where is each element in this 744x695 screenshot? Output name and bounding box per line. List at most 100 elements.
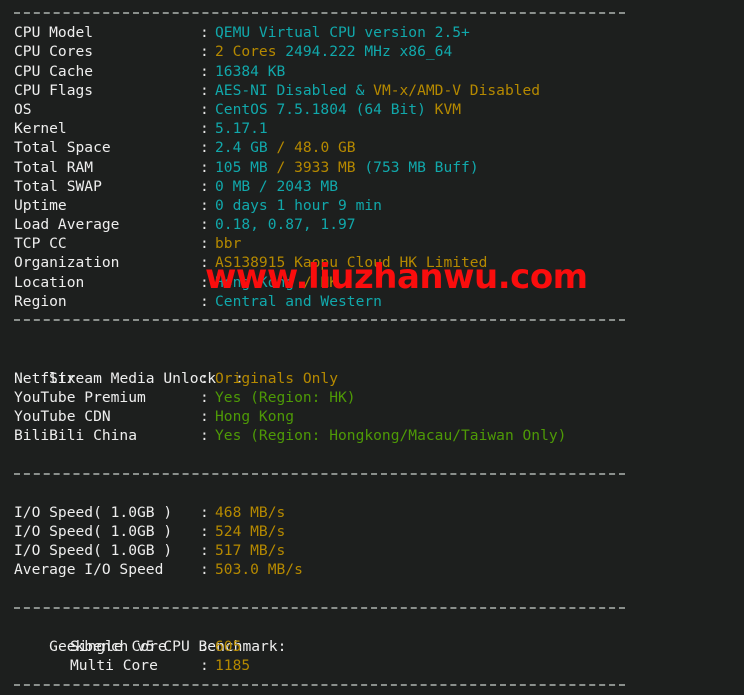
info-row-label: I/O Speed( 1.0GB ) <box>14 523 173 541</box>
io-speed-section: I/O Speed( 1.0GB ):468 MB/s I/O Speed( 1.… <box>0 503 744 580</box>
separator-rule-after-io-speed <box>0 599 744 618</box>
colon-glyph: : <box>200 407 209 425</box>
info-row: Single Core:605 <box>0 637 744 656</box>
colon-glyph: : <box>200 542 209 560</box>
colon-glyph: : <box>200 196 209 214</box>
info-row-label: Location <box>14 273 85 291</box>
colon-glyph: : <box>200 100 209 118</box>
info-row-label: Single Core <box>70 638 167 656</box>
colon-glyph: : <box>200 523 209 541</box>
info-row: Total RAM:105 MB / 3933 MB (753 MB Buff) <box>0 158 744 177</box>
colon-glyph: : <box>200 657 209 675</box>
info-row: Average I/O Speed:503.0 MB/s <box>0 560 744 579</box>
info-row-value: 503.0 MB/s <box>215 561 303 579</box>
info-row-value: 468 MB/s <box>215 503 286 521</box>
info-row-label: Region <box>14 292 67 310</box>
colon-glyph: : <box>200 369 209 387</box>
info-row: Multi Core:1185 <box>0 656 744 675</box>
info-row-label: Total Space <box>14 139 111 157</box>
info-row: Total SWAP:0 MB / 2043 MB <box>0 177 744 196</box>
info-row-label: Average I/O Speed <box>14 561 164 579</box>
info-row: TCP CC: bbr <box>0 234 744 253</box>
info-row-label: I/O Speed( 1.0GB ) <box>14 542 173 560</box>
info-row: I/O Speed( 1.0GB ):524 MB/s <box>0 522 744 541</box>
info-row-label: CPU Cache <box>14 62 94 80</box>
separator-rule-bottom <box>0 676 744 695</box>
info-row-value: 2.4 GB <box>215 139 277 157</box>
colon-glyph: : <box>200 388 209 406</box>
info-row-value: 0 days 1 hour 9 min <box>215 196 382 214</box>
geekbench-heading-row: Geekbench v5 CPU Benchmark: <box>0 618 744 655</box>
info-row-value: Central and Western <box>215 292 382 310</box>
info-row-value: 5.17.1 <box>215 120 268 138</box>
info-row: Total Space:2.4 GB / 48.0 GB <box>0 138 744 157</box>
info-row-value: 2 Cores <box>215 43 277 61</box>
info-row-value: Yes (Region: Hongkong/Macau/Taiwan Only) <box>215 427 567 445</box>
info-row-label: CPU Model <box>14 24 94 42</box>
info-row: Region: Central and Western <box>0 292 744 311</box>
info-row: OS: CentOS 7.5.1804 (64 Bit) KVM <box>0 100 744 119</box>
info-row: I/O Speed( 1.0GB ):517 MB/s <box>0 541 744 560</box>
info-row-label: TCP CC <box>14 235 67 253</box>
stream-media-heading-row: Stream Media Unlock: <box>0 349 744 387</box>
info-row-label: YouTube Premium <box>14 388 146 406</box>
colon-glyph: : <box>200 503 209 521</box>
info-row: CPU Flags: AES-NI Disabled & VM-x/AMD-V D… <box>0 81 744 100</box>
info-row-value: Originals Only <box>215 369 339 387</box>
colon-glyph: : <box>200 139 209 157</box>
colon-glyph: : <box>200 216 209 234</box>
terminal-window: CPU Model: QEMU Virtual CPU version 2.5+ C… <box>0 0 744 686</box>
info-row-value: 105 MB <box>215 158 277 176</box>
info-row-value: (753 MB Buff) <box>364 158 479 176</box>
colon-glyph: : <box>200 273 209 291</box>
info-row-label: I/O Speed( 1.0GB ) <box>14 503 173 521</box>
info-row: YouTube CDN: Hong Kong <box>0 407 744 426</box>
info-row-value: / 3933 MB <box>276 158 365 176</box>
info-row-value: 0 MB / 2043 MB <box>215 177 339 195</box>
info-row-value: AES-NI Disabled <box>215 81 347 99</box>
info-row-label: OS <box>14 100 32 118</box>
info-row: Uptime:0 days 1 hour 9 min <box>0 196 744 215</box>
colon-glyph: : <box>200 292 209 310</box>
colon-glyph: : <box>200 427 209 445</box>
info-row: CPU Cache:16384 KB <box>0 62 744 81</box>
colon-glyph: : <box>200 561 209 579</box>
info-row-value: VM-x/AMD-V Disabled <box>373 81 541 99</box>
info-row: CPU Model: QEMU Virtual CPU version 2.5+ <box>0 23 744 42</box>
info-row-label: Organization <box>14 254 120 272</box>
info-row: I/O Speed( 1.0GB ):468 MB/s <box>0 503 744 522</box>
info-row-value: Yes (Region: HK) <box>215 388 356 406</box>
info-row-label: Total RAM <box>14 158 94 176</box>
info-row-label: CPU Flags <box>14 81 94 99</box>
info-row-value: AS138915 Kaopu Cloud HK Limited <box>215 254 488 272</box>
colon-glyph: : <box>200 254 209 272</box>
info-row-value: 0.18, 0.87, 1.97 <box>215 216 356 234</box>
info-row-value: CentOS 7.5.1804 (64 Bit) <box>215 100 435 118</box>
colon-glyph: : <box>200 638 209 656</box>
info-row-label: Netflix <box>14 369 76 387</box>
stream-media-section: Netflix: Originals Only YouTube Premium: Ye… <box>0 369 744 446</box>
info-row: Kernel:5.17.1 <box>0 119 744 138</box>
system-info-section: CPU Model: QEMU Virtual CPU version 2.5+ C… <box>0 23 744 311</box>
info-row-label: BiliBili China <box>14 427 138 445</box>
info-row-value: 605 <box>215 638 242 656</box>
info-row: Organization: AS138915 Kaopu Cloud HK Lim… <box>0 253 744 272</box>
colon-glyph: : <box>200 62 209 80</box>
info-row-value: 2494.222 MHz x86_64 <box>276 43 453 61</box>
info-row: Location: Hong Kong / HK <box>0 273 744 292</box>
info-row-value: Hong Kong <box>215 273 303 291</box>
info-row-value: 16384 KB <box>215 62 286 80</box>
info-row: BiliBili China: Yes (Region: Hongkong/Mac… <box>0 426 744 445</box>
info-row-value: Hong Kong <box>215 407 295 425</box>
info-row: Netflix: Originals Only <box>0 369 744 388</box>
info-row-value: 1185 <box>215 657 251 675</box>
info-row-value: 517 MB/s <box>215 542 286 560</box>
info-row-label: CPU Cores <box>14 43 94 61</box>
colon-glyph: : <box>200 120 209 138</box>
info-row: Load Average:0.18, 0.87, 1.97 <box>0 215 744 234</box>
info-row-value: KVM <box>434 100 462 118</box>
info-row-value: / 48.0 GB <box>276 139 356 157</box>
